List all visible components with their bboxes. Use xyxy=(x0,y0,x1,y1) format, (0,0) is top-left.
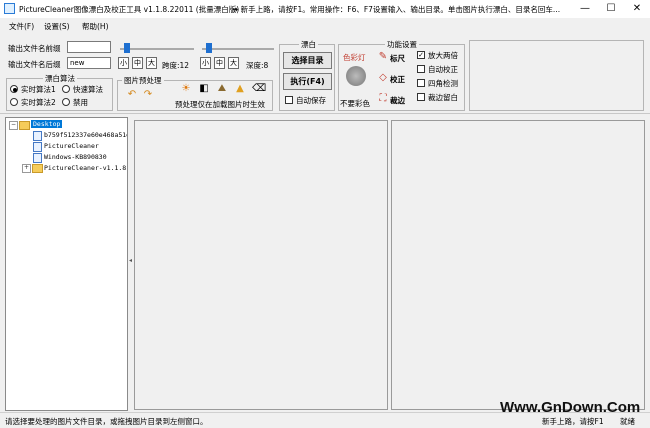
file-icon xyxy=(33,153,42,163)
color-light-label: 色彩灯 xyxy=(343,53,366,62)
autosave-checkbox[interactable] xyxy=(285,96,293,104)
select-directory-button[interactable]: 选择目录 xyxy=(283,52,332,69)
depth-value-label: 深度:8 xyxy=(246,61,269,70)
splitter-arrow-icon: ◂ xyxy=(129,257,133,264)
size-medium-button-2[interactable]: 中 xyxy=(214,57,225,69)
correct-icon[interactable]: ◇ xyxy=(377,72,389,84)
suffix-label: 输出文件名后缀 xyxy=(8,60,61,69)
no-color-label: 不要彩色 xyxy=(340,99,370,108)
status-state: 就绪 xyxy=(620,417,635,426)
window-title: PictureCleaner图像漂白及校正工具 v1.1.8.22011 (批量… xyxy=(19,5,240,14)
prefix-label: 输出文件名前缀 xyxy=(8,44,61,53)
depth-slider-thumb[interactable] xyxy=(206,43,212,53)
file-icon xyxy=(33,131,42,141)
file-icon xyxy=(33,142,42,152)
app-icon xyxy=(4,3,15,14)
radio-realtime2[interactable] xyxy=(10,98,18,106)
title-bar: PictureCleaner图像漂白及校正工具 v1.1.8.22011 (批量… xyxy=(0,0,650,18)
brightness-icon[interactable]: ☀ xyxy=(180,83,192,95)
preprocess-group: 图片预处理 ↶ ↷ ☀ ◧ ⛰ ▲ ⌫ 预处理仅在加载图片时生效 xyxy=(117,75,273,111)
size-small-button-1[interactable]: 小 xyxy=(118,57,129,69)
triangle-icon[interactable]: ▲ xyxy=(234,83,246,95)
menu-settings[interactable]: 设置(S) xyxy=(44,21,70,32)
marquee-tip: ➜ 新手上路，请按F1。常用操作：F6、F7设置输入、输出目录。单击图片执行漂白… xyxy=(232,5,561,14)
algorithm-title: 漂白算法 xyxy=(43,73,77,84)
tree-node-desktop[interactable]: Desktop xyxy=(31,120,63,128)
tree-node-folder[interactable]: PictureCleaner-v1.1.8. xyxy=(44,164,127,172)
function-settings-group: 功能设置 色彩灯 不要彩色 ✎ 标尺 ◇ 校正 ⛶ 裁边 ✓ 放大两倍 自动校正… xyxy=(338,39,465,111)
double-size-label: 放大两倍 xyxy=(428,51,458,60)
status-message: 请选择要处理的图片文件目录，或拖拽图片目录到左侧窗口。 xyxy=(5,417,208,426)
tree-expander-folder[interactable]: + xyxy=(22,164,31,173)
empty-panel xyxy=(469,40,644,111)
color-light-icon[interactable] xyxy=(346,66,366,86)
undo-icon[interactable]: ↶ xyxy=(126,89,138,101)
bleach-group: 漂白 选择目录 执行(F4) 自动保存 xyxy=(279,39,335,111)
eraser-icon[interactable]: ⌫ xyxy=(252,83,266,95)
radio-fast[interactable] xyxy=(62,85,70,93)
tree-node-file-3[interactable]: Windows-KB890830 xyxy=(44,153,107,161)
size-medium-button-1[interactable]: 中 xyxy=(132,57,143,69)
preprocess-note: 预处理仅在加载图片时生效 xyxy=(175,100,265,109)
brightness-slider-thumb[interactable] xyxy=(124,43,130,53)
size-large-button-2[interactable]: 大 xyxy=(228,57,239,69)
prefix-input[interactable] xyxy=(67,41,111,53)
ruler-icon[interactable]: ✎ xyxy=(377,51,389,63)
preprocess-title: 图片预处理 xyxy=(122,75,164,86)
tree-node-file-2[interactable]: PictureCleaner xyxy=(44,142,99,150)
size-large-button-1[interactable]: 大 xyxy=(146,57,157,69)
auto-correct-checkbox[interactable] xyxy=(417,65,425,73)
suffix-input[interactable]: new xyxy=(67,57,111,69)
double-size-checkbox[interactable]: ✓ xyxy=(417,51,425,59)
close-button[interactable]: ✕ xyxy=(624,0,650,18)
radio-realtime2-label: 实时算法2 xyxy=(21,98,56,107)
size-small-button-2[interactable]: 小 xyxy=(200,57,211,69)
algorithm-group: 漂白算法 实时算法1 快速算法 实时算法2 禁用 xyxy=(6,73,113,111)
watermark: Www.GnDown.Com xyxy=(500,399,641,416)
minimize-button[interactable]: — xyxy=(572,0,598,18)
crop-margin-label: 裁边留白 xyxy=(428,93,458,102)
execute-button[interactable]: 执行(F4) xyxy=(283,73,332,90)
brightness-value-label: 跨度:12 xyxy=(162,61,190,70)
brightness-slider[interactable] xyxy=(120,48,194,50)
crop-margin-checkbox[interactable] xyxy=(417,93,425,101)
folder-icon xyxy=(32,164,43,173)
directory-tree[interactable]: − Desktop b759f512337e60e468a51e Picture… xyxy=(5,117,128,411)
menu-bar: 文件(F) 设置(S) 帮助(H) xyxy=(0,18,650,34)
autosave-label: 自动保存 xyxy=(296,96,326,105)
correct-button[interactable]: 校正 xyxy=(390,74,405,85)
folder-icon xyxy=(19,121,30,130)
crop-button[interactable]: 裁边 xyxy=(390,95,405,106)
contrast-icon[interactable]: ◧ xyxy=(198,83,210,95)
menu-help[interactable]: 帮助(H) xyxy=(82,21,109,32)
corner-detect-checkbox[interactable] xyxy=(417,79,425,87)
radio-disable-label: 禁用 xyxy=(73,98,88,107)
corner-detect-label: 四角检测 xyxy=(428,79,458,88)
radio-realtime1-label: 实时算法1 xyxy=(21,85,56,94)
menu-file[interactable]: 文件(F) xyxy=(9,21,34,32)
source-image-canvas[interactable] xyxy=(134,120,388,410)
bleach-title: 漂白 xyxy=(299,39,318,50)
tree-expander-desktop[interactable]: − xyxy=(9,121,18,130)
maximize-button[interactable]: ☐ xyxy=(598,0,624,18)
crop-icon[interactable]: ⛶ xyxy=(377,93,389,105)
depth-slider[interactable] xyxy=(202,48,274,50)
radio-fast-label: 快速算法 xyxy=(73,85,103,94)
status-hint: 新手上路，请按F1 xyxy=(542,417,604,426)
tree-node-file-1[interactable]: b759f512337e60e468a51e xyxy=(44,131,127,139)
radio-disable[interactable] xyxy=(62,98,70,106)
landscape-icon[interactable]: ⛰ xyxy=(216,83,228,95)
redo-icon[interactable]: ↷ xyxy=(142,89,154,101)
radio-realtime1[interactable] xyxy=(10,85,18,93)
result-image-canvas[interactable] xyxy=(391,120,645,410)
auto-correct-label: 自动校正 xyxy=(428,65,458,74)
function-settings-title: 功能设置 xyxy=(385,39,419,50)
ruler-button[interactable]: 标尺 xyxy=(390,53,405,64)
toolbar: 输出文件名前缀 输出文件名后缀 new 漂白算法 实时算法1 快速算法 实时算法… xyxy=(0,34,650,114)
